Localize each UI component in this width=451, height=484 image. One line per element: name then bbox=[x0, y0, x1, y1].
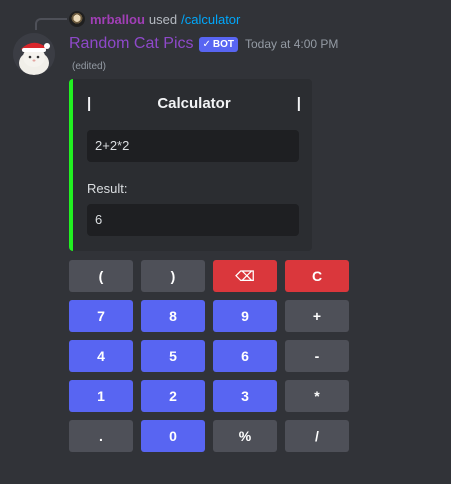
bot-name[interactable]: Random Cat Pics bbox=[69, 35, 194, 53]
multiply-button[interactable]: * bbox=[285, 380, 349, 412]
expression-display: 2+2*2 bbox=[87, 130, 299, 162]
backspace-button[interactable]: ⌫ bbox=[213, 260, 277, 292]
reply-user-avatar[interactable] bbox=[69, 11, 85, 27]
percent-button[interactable]: % bbox=[213, 420, 277, 452]
cat-santa-icon bbox=[13, 33, 55, 75]
message-header: Random Cat Pics ✓ BOT Today at 4:00 PM bbox=[69, 35, 338, 53]
calculator-embed: | Calculator | 2+2*2 Result: 6 bbox=[69, 79, 312, 251]
verified-check-icon: ✓ bbox=[202, 38, 211, 50]
decimal-button[interactable]: . bbox=[69, 420, 133, 452]
plus-button[interactable]: + bbox=[285, 300, 349, 332]
close-paren-button[interactable]: ) bbox=[141, 260, 205, 292]
digit-1-button[interactable]: 1 bbox=[69, 380, 133, 412]
embed-title: Calculator bbox=[157, 95, 231, 112]
digit-9-button[interactable]: 9 bbox=[213, 300, 277, 332]
reply-used-text: used bbox=[148, 11, 178, 27]
reply-reference[interactable]: mrballou used /calculator bbox=[69, 11, 240, 27]
divide-button[interactable]: / bbox=[285, 420, 349, 452]
digit-7-button[interactable]: 7 bbox=[69, 300, 133, 332]
digit-6-button[interactable]: 6 bbox=[213, 340, 277, 372]
title-bar-left: | bbox=[87, 95, 92, 112]
result-display: 6 bbox=[87, 204, 299, 236]
digit-3-button[interactable]: 3 bbox=[213, 380, 277, 412]
bot-avatar[interactable] bbox=[13, 33, 55, 75]
title-bar-right: | bbox=[296, 95, 301, 112]
reply-username[interactable]: mrballou bbox=[90, 12, 145, 27]
reply-command[interactable]: /calculator bbox=[181, 12, 240, 27]
calculator-keypad: () ⌫ C 7 8 9 +4 5 6- 1 2 3 *. 0% / bbox=[69, 260, 349, 452]
edited-marker[interactable]: (edited) bbox=[72, 61, 106, 72]
digit-4-button[interactable]: 4 bbox=[69, 340, 133, 372]
digit-5-button[interactable]: 5 bbox=[141, 340, 205, 372]
clear-button[interactable]: C bbox=[285, 260, 349, 292]
bot-badge: ✓ BOT bbox=[198, 36, 238, 52]
reply-spine bbox=[35, 18, 67, 30]
bot-badge-label: BOT bbox=[212, 38, 234, 50]
open-paren-button[interactable]: ( bbox=[69, 260, 133, 292]
result-label: Result: bbox=[87, 181, 128, 196]
minus-button[interactable]: - bbox=[285, 340, 349, 372]
digit-8-button[interactable]: 8 bbox=[141, 300, 205, 332]
digit-2-button[interactable]: 2 bbox=[141, 380, 205, 412]
digit-0-button[interactable]: 0 bbox=[141, 420, 205, 452]
embed-title-row: | Calculator | bbox=[87, 95, 301, 112]
message-timestamp[interactable]: Today at 4:00 PM bbox=[245, 37, 338, 51]
